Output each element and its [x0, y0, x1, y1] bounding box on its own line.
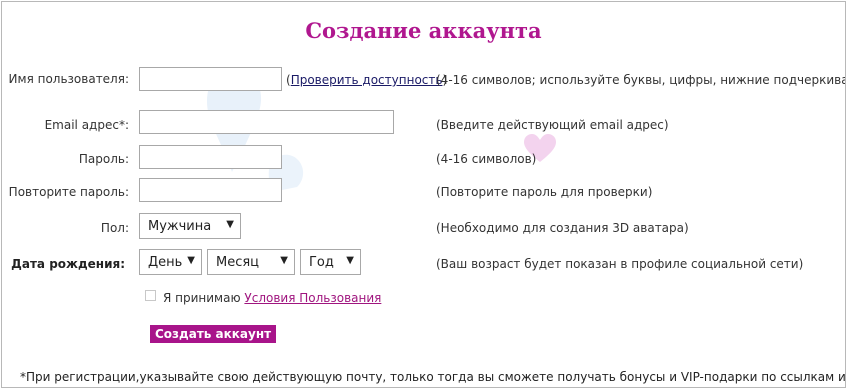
- email-label: Email адрес*:: [44, 118, 129, 132]
- registration-footnote: *При регистрации,указывайте свою действу…: [20, 370, 846, 384]
- page-title: Создание аккаунта: [305, 18, 542, 43]
- birthdate-hint: (Ваш возраст будет показан в профиле соц…: [436, 257, 804, 271]
- username-label: Имя пользователя:: [8, 72, 129, 86]
- chevron-down-icon: ▼: [187, 255, 195, 266]
- terms-link[interactable]: Условия Пользования: [244, 291, 381, 305]
- password-label: Пароль:: [78, 152, 129, 166]
- birth-day-select[interactable]: День ▼: [139, 249, 202, 275]
- birthdate-label: Дата рождения:: [11, 257, 125, 271]
- email-hint: (Введите действующий email адрес): [436, 118, 669, 132]
- password-hint: (4-16 символов): [436, 152, 537, 166]
- password-input[interactable]: [139, 145, 282, 169]
- chevron-down-icon: ▼: [280, 255, 288, 266]
- gender-hint: (Необходимо для создания 3D аватара): [436, 221, 689, 235]
- chevron-down-icon: ▼: [346, 255, 354, 266]
- password-repeat-label: Повторите пароль:: [8, 185, 129, 199]
- check-availability: (Проверить доступность): [286, 73, 447, 87]
- chevron-down-icon: ▼: [226, 219, 234, 230]
- birth-month-value: Месяц: [216, 254, 260, 270]
- create-account-button[interactable]: Создать аккаунт: [150, 325, 277, 343]
- terms-text: Я принимаю Условия Пользования: [163, 291, 381, 305]
- gender-select[interactable]: Мужчина ▼: [139, 213, 241, 239]
- registration-panel: Создание аккаунта Имя пользователя: (Про…: [1, 1, 846, 388]
- birth-year-select[interactable]: Год ▼: [300, 249, 361, 275]
- birth-day-value: День: [148, 254, 183, 270]
- gender-select-value: Мужчина: [148, 218, 212, 234]
- check-availability-link[interactable]: Проверить доступность: [291, 73, 443, 87]
- email-input[interactable]: [139, 110, 394, 134]
- password-repeat-hint: (Повторите пароль для проверки): [436, 185, 653, 199]
- birth-year-value: Год: [309, 254, 334, 270]
- gender-label: Пол:: [100, 221, 129, 235]
- terms-checkbox[interactable]: [145, 290, 156, 301]
- username-input[interactable]: [139, 67, 282, 91]
- terms-prefix: Я принимаю: [163, 291, 241, 305]
- username-hint: (4-16 символов; используйте буквы, цифры…: [436, 73, 846, 87]
- birth-month-select[interactable]: Месяц ▼: [207, 249, 295, 275]
- password-repeat-input[interactable]: [139, 178, 282, 202]
